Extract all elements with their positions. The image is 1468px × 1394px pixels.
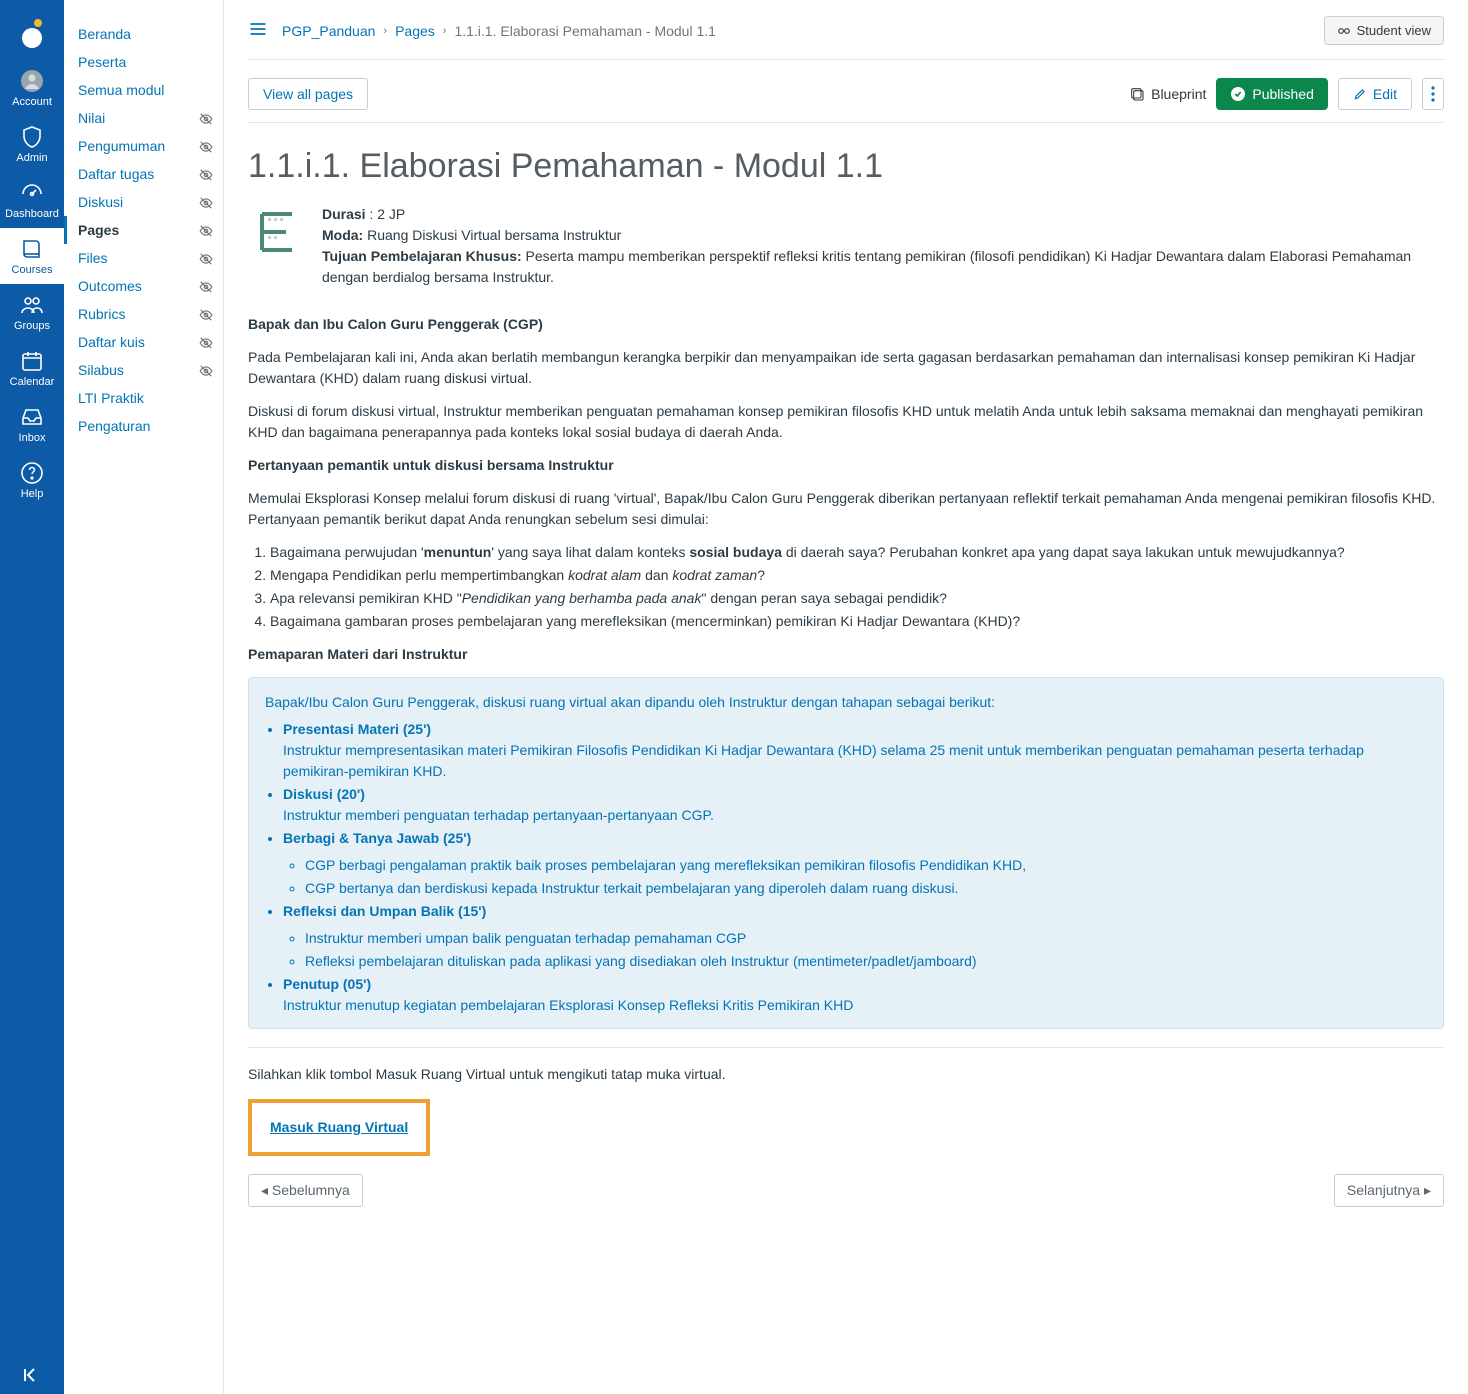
- page-title: 1.1.i.1. Elaborasi Pemahaman - Modul 1.1: [248, 147, 1444, 186]
- course-nav-lti-praktik[interactable]: LTI Praktik: [64, 384, 223, 412]
- breadcrumb-pages[interactable]: Pages: [395, 23, 435, 39]
- groups-icon: [19, 292, 45, 318]
- course-nav-nilai[interactable]: Nilai: [64, 104, 223, 132]
- hidden-icon: [199, 196, 213, 213]
- course-nav-beranda[interactable]: Beranda: [64, 20, 223, 48]
- course-nav: Beranda Peserta Semua modul Nilai Pengum…: [64, 0, 224, 1394]
- materi-heading: Pemaparan Materi dari Instruktur: [248, 646, 467, 662]
- hidden-icon: [199, 112, 213, 129]
- nav-label: Groups: [14, 320, 50, 332]
- intro-p2: Diskusi di forum diskusi virtual, Instru…: [248, 401, 1444, 443]
- nav-label: Account: [12, 96, 52, 108]
- next-button[interactable]: Selanjutnya ▸: [1334, 1174, 1444, 1207]
- collapse-nav-icon[interactable]: [22, 1367, 42, 1386]
- blueprint-button[interactable]: Blueprint: [1129, 86, 1206, 102]
- book-icon: [19, 236, 45, 262]
- instruksi-text: Silahkan klik tombol Masuk Ruang Virtual…: [248, 1064, 1444, 1085]
- breadcrumb-current: 1.1.i.1. Elaborasi Pemahaman - Modul 1.1: [454, 23, 715, 39]
- course-nav-semua-modul[interactable]: Semua modul: [64, 76, 223, 104]
- hidden-icon: [199, 364, 213, 381]
- action-row: View all pages Blueprint Published Edit: [248, 60, 1444, 123]
- nav-account[interactable]: Account: [0, 60, 64, 116]
- letter-e-icon: [248, 204, 304, 260]
- blueprint-icon: [1129, 86, 1145, 102]
- course-nav-diskusi[interactable]: Diskusi: [64, 188, 223, 216]
- check-circle-icon: [1230, 86, 1246, 102]
- pemantik-intro: Memulai Eksplorasi Konsep melalui forum …: [248, 488, 1444, 530]
- prev-button[interactable]: ◂ Sebelumnya: [248, 1174, 363, 1207]
- chevron-right-icon: ›: [443, 25, 447, 37]
- more-options-button[interactable]: [1422, 78, 1444, 110]
- hidden-icon: [199, 168, 213, 185]
- user-circle-icon: [19, 68, 45, 94]
- nav-label: Help: [21, 488, 44, 500]
- hidden-icon: [199, 224, 213, 241]
- nav-courses[interactable]: Courses: [0, 228, 64, 284]
- calendar-icon: [19, 348, 45, 374]
- nav-groups[interactable]: Groups: [0, 284, 64, 340]
- main-content: PGP_Panduan › Pages › 1.1.i.1. Elaborasi…: [224, 0, 1468, 1394]
- page-content: Durasi : 2 JP Moda: Ruang Diskusi Virtua…: [248, 204, 1444, 1207]
- breadcrumb: PGP_Panduan › Pages › 1.1.i.1. Elaborasi…: [248, 19, 716, 42]
- masuk-ruang-virtual-link[interactable]: Masuk Ruang Virtual: [270, 1119, 408, 1135]
- nav-label: Calendar: [10, 376, 55, 388]
- glasses-icon: [1337, 24, 1351, 38]
- nav-label: Dashboard: [5, 208, 59, 220]
- pemantik-heading: Pertanyaan pemantik untuk diskusi bersam…: [248, 457, 614, 473]
- course-nav-daftar-kuis[interactable]: Daftar kuis: [64, 328, 223, 356]
- intro-p1: Pada Pembelajaran kali ini, Anda akan be…: [248, 347, 1444, 389]
- hidden-icon: [199, 252, 213, 269]
- shield-icon: [19, 124, 45, 150]
- info-box: Bapak/Ibu Calon Guru Penggerak, diskusi …: [248, 677, 1444, 1029]
- global-nav: Account Admin Dashboard Courses Groups C…: [0, 0, 64, 1394]
- pencil-icon: [1353, 87, 1367, 101]
- inbox-icon: [19, 404, 45, 430]
- nav-help[interactable]: Help: [0, 452, 64, 508]
- hidden-icon: [199, 280, 213, 297]
- course-nav-daftar-tugas[interactable]: Daftar tugas: [64, 160, 223, 188]
- kebab-icon: [1431, 86, 1435, 102]
- dashboard-icon: [19, 180, 45, 206]
- nav-label: Admin: [16, 152, 47, 164]
- breadcrumb-course[interactable]: PGP_Panduan: [282, 23, 375, 39]
- course-nav-files[interactable]: Files: [64, 244, 223, 272]
- cgp-heading: Bapak dan Ibu Calon Guru Penggerak (CGP): [248, 316, 543, 332]
- help-icon: [19, 460, 45, 486]
- view-all-pages-button[interactable]: View all pages: [248, 78, 368, 110]
- divider: [248, 1047, 1444, 1048]
- edit-button[interactable]: Edit: [1338, 78, 1412, 110]
- student-view-button[interactable]: Student view: [1324, 16, 1444, 45]
- chevron-right-icon: ›: [383, 25, 387, 37]
- course-nav-pengumuman[interactable]: Pengumuman: [64, 132, 223, 160]
- nav-label: Courses: [12, 264, 53, 276]
- nav-dashboard[interactable]: Dashboard: [0, 172, 64, 228]
- nav-admin[interactable]: Admin: [0, 116, 64, 172]
- hidden-icon: [199, 308, 213, 325]
- course-nav-pengaturan[interactable]: Pengaturan: [64, 412, 223, 440]
- virtual-link-highlight: Masuk Ruang Virtual: [248, 1099, 430, 1156]
- app-logo: [14, 14, 50, 50]
- published-button[interactable]: Published: [1216, 78, 1328, 110]
- nav-calendar[interactable]: Calendar: [0, 340, 64, 396]
- course-nav-silabus[interactable]: Silabus: [64, 356, 223, 384]
- course-nav-rubrics[interactable]: Rubrics: [64, 300, 223, 328]
- pemantik-list: Bagaimana perwujudan 'menuntun' yang say…: [270, 542, 1444, 632]
- nav-label: Inbox: [19, 432, 46, 444]
- course-nav-peserta[interactable]: Peserta: [64, 48, 223, 76]
- course-nav-outcomes[interactable]: Outcomes: [64, 272, 223, 300]
- course-nav-pages[interactable]: Pages: [64, 216, 223, 244]
- hidden-icon: [199, 140, 213, 157]
- hidden-icon: [199, 336, 213, 353]
- nav-inbox[interactable]: Inbox: [0, 396, 64, 452]
- module-nav-footer: ◂ Sebelumnya Selanjutnya ▸: [248, 1174, 1444, 1207]
- topbar: PGP_Panduan › Pages › 1.1.i.1. Elaborasi…: [248, 0, 1444, 60]
- hamburger-icon[interactable]: [248, 19, 268, 42]
